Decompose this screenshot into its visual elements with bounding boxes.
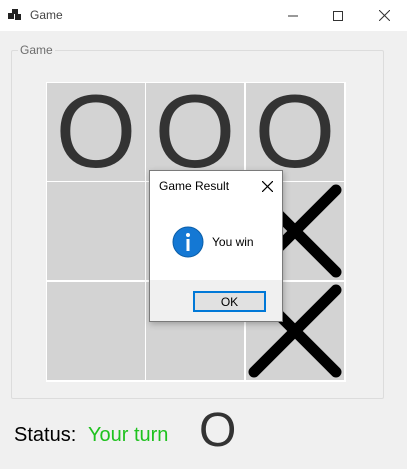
status-label: Status: [14,424,77,446]
minimize-button[interactable] [270,0,316,31]
board-cell[interactable]: O [146,83,244,181]
board-cell[interactable]: O [47,83,145,181]
window-close-button[interactable] [361,0,407,31]
current-player-symbol: O [199,404,237,457]
dialog-close-button[interactable] [256,177,278,195]
maximize-button[interactable] [315,0,361,31]
info-icon [172,226,204,258]
close-icon [378,10,390,21]
dialog-title: Game Result [159,179,230,193]
o-mark: O [254,83,336,181]
groupbox-label: Game [18,43,55,57]
status-value: Your turn [88,424,169,446]
o-mark: O [154,83,236,181]
ok-button[interactable]: OK [193,291,266,312]
o-mark: O [55,83,137,181]
title-bar: Game [0,0,407,31]
board-cell[interactable]: O [246,83,344,181]
board-cell[interactable] [47,282,145,380]
dialog-footer: OK [150,280,282,321]
dialog-message: You win [212,235,254,249]
maximize-icon [333,10,343,21]
app-window-icon [8,9,22,21]
board-cell[interactable] [47,182,145,280]
minimize-icon [288,15,298,16]
game-result-dialog: Game Result You win OK [149,170,283,322]
window-title: Game [30,8,63,22]
close-icon [261,180,273,192]
